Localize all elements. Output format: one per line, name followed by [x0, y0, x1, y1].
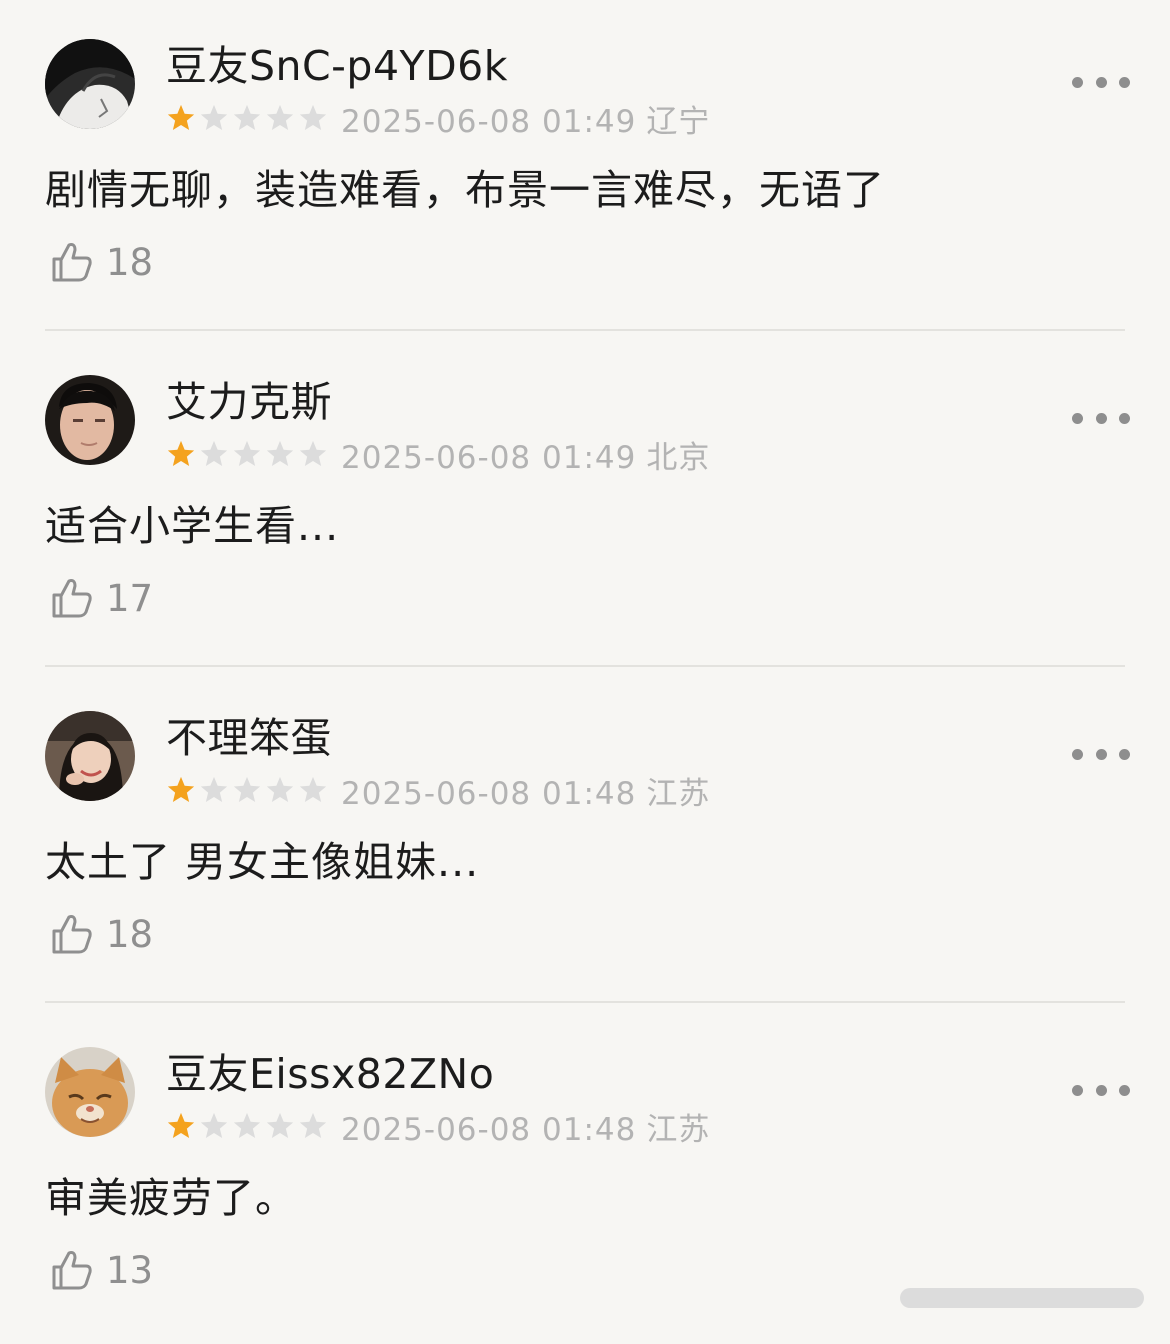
thumbs-up-icon: [52, 579, 92, 618]
more-options-button[interactable]: [1072, 734, 1130, 774]
star-icon: [266, 776, 294, 802]
star-icon: [299, 1112, 327, 1138]
star-icon: [167, 104, 195, 130]
avatar-image: [45, 375, 135, 465]
review-meta: 2025-06-08 01:49 辽宁: [166, 100, 710, 140]
star-rating: [166, 775, 331, 805]
more-options-button[interactable]: [1072, 398, 1130, 438]
star-rating: [166, 103, 331, 133]
star-rating: [166, 1111, 331, 1141]
review-location: 江苏: [646, 1111, 711, 1148]
thumbs-up-icon: [52, 243, 92, 282]
star-icon: [299, 440, 327, 466]
more-options-button[interactable]: [1072, 62, 1130, 102]
like-button[interactable]: 17: [48, 572, 153, 624]
star-icon: [266, 440, 294, 466]
username[interactable]: 不理笨蛋: [166, 712, 332, 764]
review-datetime: 2025-06-08 01:49: [341, 439, 637, 476]
divider: [45, 665, 1125, 667]
star-icon: [200, 1112, 228, 1138]
review-item: 豆友SnC-p4YD6k 2025-06-08 01:49 辽宁 剧情无聊，装造难…: [0, 0, 1170, 336]
review-comment: 太土了 男女主像姐妹...: [45, 838, 480, 886]
review-item: 艾力克斯 2025-06-08 01:49 北京 适合小学生看... 17: [0, 336, 1170, 672]
star-icon: [266, 104, 294, 130]
like-count: 17: [106, 576, 154, 620]
star-rating: [166, 439, 331, 469]
avatar[interactable]: [45, 39, 135, 129]
star-icon: [233, 104, 261, 130]
avatar[interactable]: [45, 711, 135, 801]
more-options-icon: [1072, 1084, 1083, 1096]
star-icon: [299, 104, 327, 130]
review-datetime: 2025-06-08 01:49: [341, 103, 637, 140]
review-datetime: 2025-06-08 01:48: [341, 1111, 637, 1148]
avatar[interactable]: [45, 1047, 135, 1137]
like-count: 18: [106, 240, 154, 284]
review-comment: 剧情无聊，装造难看，布景一言难尽，无语了: [45, 166, 885, 214]
star-icon: [233, 440, 261, 466]
star-icon: [299, 776, 327, 802]
like-count: 18: [106, 912, 154, 956]
review-comment: 审美疲劳了。: [45, 1174, 297, 1222]
more-options-icon: [1072, 76, 1083, 88]
home-indicator[interactable]: [900, 1288, 1144, 1308]
star-icon: [200, 440, 228, 466]
avatar-image: [45, 1047, 135, 1137]
username[interactable]: 艾力克斯: [166, 376, 332, 428]
avatar-image: [45, 711, 135, 801]
like-button[interactable]: 13: [48, 1244, 153, 1296]
username[interactable]: 豆友Eissx82ZNo: [166, 1048, 494, 1100]
star-icon: [167, 1112, 195, 1138]
review-meta: 2025-06-08 01:48 江苏: [166, 1108, 710, 1148]
divider: [45, 329, 1125, 331]
review-item: 不理笨蛋 2025-06-08 01:48 江苏 太土了 男女主像姐妹... 18: [0, 672, 1170, 1008]
star-icon: [233, 1112, 261, 1138]
more-options-button[interactable]: [1072, 1070, 1130, 1110]
avatar[interactable]: [45, 375, 135, 465]
review-datetime: 2025-06-08 01:48: [341, 775, 637, 812]
review-comment: 适合小学生看...: [45, 502, 340, 550]
more-options-icon: [1072, 748, 1083, 760]
review-location: 北京: [646, 439, 711, 476]
review-location: 江苏: [646, 775, 711, 812]
username[interactable]: 豆友SnC-p4YD6k: [166, 40, 508, 92]
review-meta: 2025-06-08 01:49 北京: [166, 436, 710, 476]
like-button[interactable]: 18: [48, 236, 153, 288]
thumbs-up-icon: [52, 915, 92, 954]
review-location: 辽宁: [646, 103, 711, 140]
like-count: 13: [106, 1248, 154, 1292]
star-icon: [233, 776, 261, 802]
star-icon: [266, 1112, 294, 1138]
more-options-icon: [1072, 412, 1083, 424]
star-icon: [167, 440, 195, 466]
star-icon: [200, 104, 228, 130]
like-button[interactable]: 18: [48, 908, 153, 960]
star-icon: [167, 776, 195, 802]
star-icon: [200, 776, 228, 802]
thumbs-up-icon: [52, 1251, 92, 1290]
avatar-image: [45, 39, 135, 129]
divider: [45, 1001, 1125, 1003]
review-meta: 2025-06-08 01:48 江苏: [166, 772, 710, 812]
